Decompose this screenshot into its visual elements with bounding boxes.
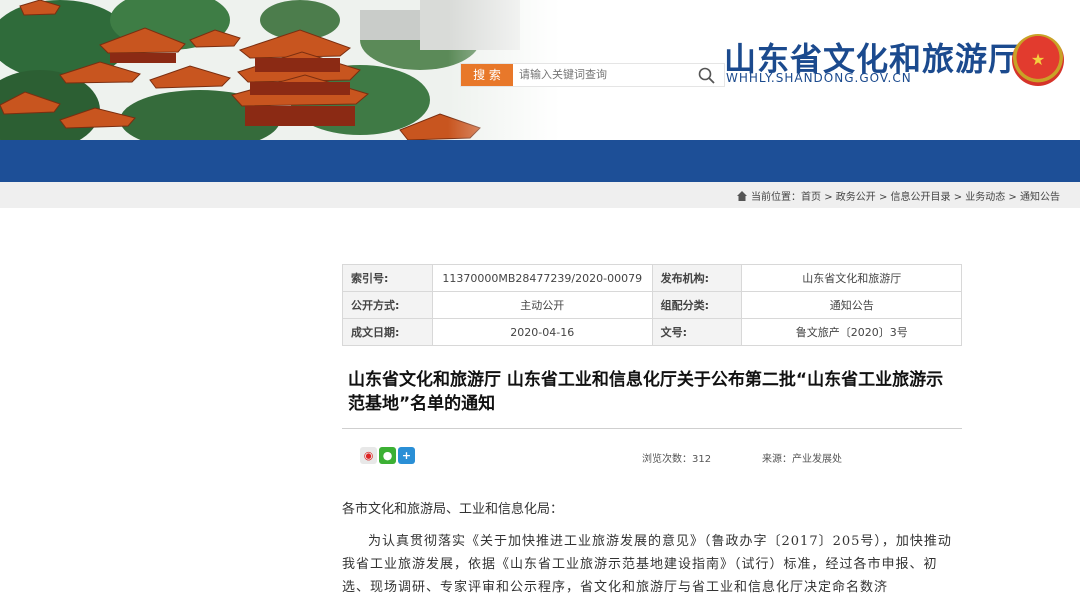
site-url: WHHLY.SHANDONG.GOV.CN (726, 71, 912, 85)
home-icon (737, 191, 748, 201)
header-banner: 搜 索 山东省文化和旅游厅 WHHLY.SHANDONG.GOV.CN ★ (0, 0, 1080, 140)
search-box: 搜 索 (460, 63, 725, 87)
salutation: 各市文化和旅游局、工业和信息化局： (342, 502, 564, 517)
main-nav-bar (0, 140, 1080, 182)
body-paragraph: 为认真贯彻落实《关于加快推进工业旅游发展的意见》（鲁政办字〔2017〕205号）… (342, 534, 952, 595)
weibo-icon[interactable]: ◉ (360, 447, 377, 464)
breadcrumb-text[interactable]: 当前位置：首页 > 政务公开 > 信息公开目录 > 业务动态 > 通知公告 (751, 192, 1060, 203)
index-value: 11370000MB28477239/2020-00079 (431, 264, 653, 292)
table-row: 公开方式: 主动公开 组配分类: 通知公告 (342, 291, 962, 319)
document-meta-table: 索引号: 11370000MB28477239/2020-00079 发布机构:… (342, 264, 962, 346)
category-label: 组配分类: (651, 291, 743, 319)
category-value: 通知公告 (741, 291, 962, 319)
breadcrumb-bar: 当前位置：首页 > 政务公开 > 信息公开目录 > 业务动态 > 通知公告 (0, 182, 1080, 208)
issuer-label: 发布机构: (651, 264, 743, 292)
title-divider (342, 428, 962, 429)
method-value: 主动公开 (431, 291, 653, 319)
search-button[interactable]: 搜 索 (461, 64, 513, 86)
page: 搜 索 山东省文化和旅游厅 WHHLY.SHANDONG.GOV.CN ★ 当前… (0, 0, 1080, 597)
search-icon[interactable] (697, 66, 717, 86)
issuer-value: 山东省文化和旅游厅 (741, 264, 962, 292)
date-label: 成文日期: (342, 318, 433, 346)
article-info-row: ◉ ● + 浏览次数：312 来源：产业发展处 (342, 445, 962, 467)
plus-icon[interactable]: + (398, 447, 415, 464)
share-buttons: ◉ ● + (360, 447, 417, 464)
table-row: 索引号: 11370000MB28477239/2020-00079 发布机构:… (342, 264, 962, 292)
wechat-icon[interactable]: ● (379, 447, 396, 464)
table-row: 成文日期: 2020-04-16 文号: 鲁文旅产〔2020〕3号 (342, 318, 962, 346)
breadcrumb: 当前位置：首页 > 政务公开 > 信息公开目录 > 业务动态 > 通知公告 (737, 188, 1060, 203)
national-emblem-icon: ★ (1012, 34, 1064, 86)
article-source: 来源：产业发展处 (762, 454, 842, 465)
article-title: 山东省文化和旅游厅 山东省工业和信息化厅关于公布第二批“山东省工业旅游示范基地”… (348, 370, 944, 414)
search-input[interactable] (519, 66, 679, 84)
method-label: 公开方式: (342, 291, 433, 319)
docno-label: 文号: (651, 318, 743, 346)
view-count: 浏览次数：312 (642, 454, 712, 465)
docno-value: 鲁文旅产〔2020〕3号 (741, 318, 962, 346)
date-value: 2020-04-16 (431, 318, 653, 346)
index-label: 索引号: (342, 264, 433, 292)
